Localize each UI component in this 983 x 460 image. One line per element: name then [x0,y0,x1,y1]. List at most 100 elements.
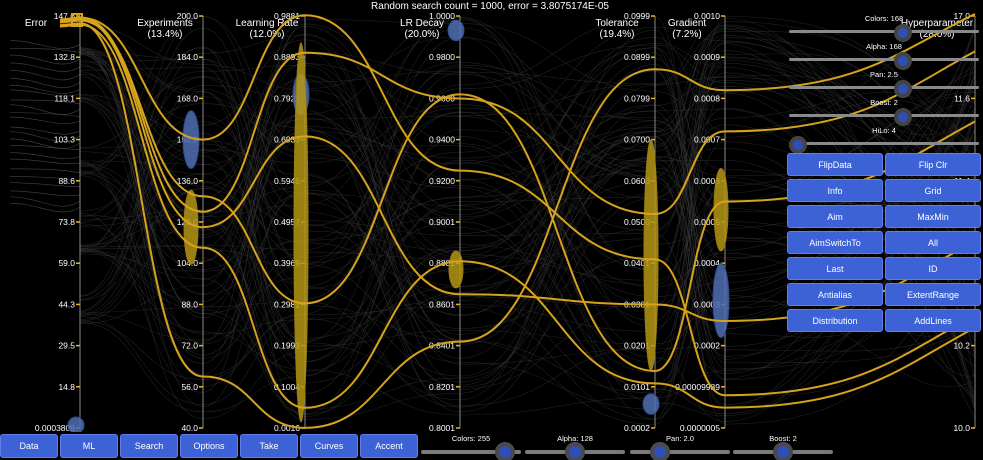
tick-label: 0.9800 [429,52,455,62]
tick-label: 103.3 [54,135,76,145]
background-line [9,62,81,72]
tick-label: 0.8001 [429,423,455,432]
tick-label: 0.0004 [694,258,720,268]
tick-label: 10.2 [953,341,970,351]
slider-track[interactable] [630,450,730,454]
background-line [9,158,81,164]
tick-label: 0.8201 [429,382,455,392]
bottom-slider-pan[interactable]: Pan: 2.0 [630,434,730,460]
tick-label: 0.0000005 [680,423,720,432]
tick-label: 0.0799 [624,93,650,103]
blue-distribution-ellipse [67,416,85,432]
addlines-button[interactable]: AddLines [885,309,981,332]
gold-distribution-ellipse [713,168,729,252]
tick-label: 0.0002 [624,423,650,432]
tick-label: 0.0700 [624,135,650,145]
slider-thumb[interactable] [495,442,516,460]
background-line [9,40,81,49]
background-line [9,196,81,207]
slider-label: HiLo: 4 [872,126,896,135]
axis-title: Error [25,18,48,29]
bottom-slider-boost[interactable]: Boost: 2 [733,434,833,460]
take-button[interactable]: Take [240,434,298,458]
search-button[interactable]: Search [120,434,178,458]
tick-label: 168.0 [177,93,199,103]
extentrange-button[interactable]: ExtentRange [885,283,981,306]
bottom-slider-alpha[interactable]: Alpha: 128 [525,434,625,460]
background-line [9,202,81,213]
bottom-toolbar: Data ML Search Options Take Curves Accent Color… [0,432,983,460]
blue-distribution-ellipse [712,262,730,339]
all-button[interactable]: All [885,231,981,254]
tick-label: 0.0999 [624,11,650,21]
antialias-button[interactable]: Antialias [787,283,883,306]
options-button[interactable]: Options [180,434,238,458]
tick-label: 88.0 [181,299,198,309]
aim-button[interactable]: Aim [787,205,883,228]
aimswitchto-button[interactable]: AimSwitchTo [787,231,883,254]
tick-label: 0.0002 [694,341,720,351]
tick-label: 29.5 [58,341,75,351]
tick-label: 0.0008 [694,93,720,103]
side-slider-alpha[interactable]: Alpha: 168 [789,30,979,70]
last-button[interactable]: Last [787,257,883,280]
axis-subtitle: (13.4%) [147,29,182,40]
tick-label: 88.6 [58,176,75,186]
plot-title: Random search count = 1000, error = 3.80… [371,1,609,12]
tick-label: 200.0 [177,11,199,21]
curves-button[interactable]: Curves [300,434,358,458]
accent-button[interactable]: Accent [360,434,418,458]
grid-button[interactable]: Grid [885,179,981,202]
tick-label: 0.9001 [429,217,455,227]
background-line [9,84,81,94]
slider-label: Colors: 168 [864,14,904,23]
axis-subtitle: (12.0%) [249,29,284,40]
tick-label: 56.0 [181,382,198,392]
tick-label: 184.0 [177,52,199,62]
flip-clr-button[interactable]: Flip Clr [885,153,981,176]
axis-subtitle: (20.0%) [404,29,439,40]
slider-label: Pan: 2.5 [870,70,898,79]
background-line [9,168,81,174]
tick-label: 72.0 [181,341,198,351]
tick-label: 44.3 [58,299,75,309]
tick-label: 0.9400 [429,135,455,145]
background-line [9,116,81,124]
flipdata-button[interactable]: FlipData [787,153,883,176]
tick-label: 0.9200 [429,176,455,186]
side-slider-pan[interactable]: Pan: 2.5 [789,58,979,98]
bottom-slider-colors[interactable]: Colors: 255 [421,434,521,460]
background-line [9,126,81,135]
maxmin-button[interactable]: MaxMin [885,205,981,228]
slider-thumb[interactable] [565,442,585,460]
tick-label: 132.8 [54,52,76,62]
gold-distribution-ellipse [448,250,464,289]
id-button[interactable]: ID [885,257,981,280]
side-slider-colors[interactable]: Colors: 168 [789,2,979,42]
tick-label: 59.0 [58,258,75,268]
data-button[interactable]: Data [0,434,58,458]
slider-label: Boost: 2 [870,98,898,107]
gold-distribution-ellipse [293,42,309,423]
background-line [9,152,81,159]
tick-label: 40.0 [181,423,198,432]
side-slider-boost[interactable]: Boost: 2 [789,86,979,126]
blue-distribution-ellipse [642,393,660,415]
ml-button[interactable]: ML [60,434,118,458]
slider-thumb[interactable] [789,136,807,154]
side-slider-hilo[interactable]: HiLo: 4 [789,114,979,154]
slider-track[interactable] [789,142,979,145]
tick-label: 14.8 [58,382,75,392]
tick-label: 0.8601 [429,299,455,309]
background-line [9,112,81,117]
blue-distribution-ellipse [447,19,465,42]
gold-distribution-ellipse [643,139,659,372]
slider-thumb[interactable] [773,442,793,460]
info-button[interactable]: Info [787,179,883,202]
side-control-panel: Colors: 168 Alpha: 168 Pan: 2.5 Boost: 2 HiL… [785,0,983,336]
distribution-button[interactable]: Distribution [787,309,883,332]
slider-thumb[interactable] [650,442,670,460]
axis-subtitle: (19.4%) [599,29,634,40]
axis-error[interactable]: Error147.6132.8118.1103.388.673.859.044.… [25,11,81,432]
tick-label: 10.0 [953,423,970,432]
